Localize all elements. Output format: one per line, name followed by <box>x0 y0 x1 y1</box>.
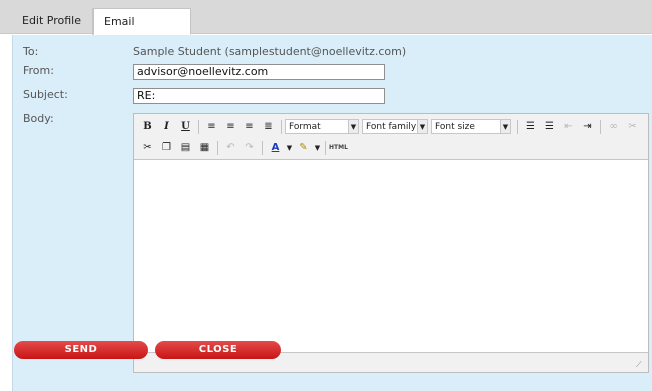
chevron-down-icon: ▼ <box>500 120 510 133</box>
toolbar-separator <box>600 119 601 134</box>
link-icon[interactable]: ∞ <box>604 117 623 136</box>
copy-icon[interactable]: ❐ <box>157 138 176 157</box>
subject-field[interactable]: RE: <box>133 88 385 104</box>
toolbar-separator <box>281 119 282 134</box>
italic-button[interactable]: I <box>157 117 176 136</box>
outdent-icon[interactable]: ⇤ <box>559 117 578 136</box>
close-button[interactable]: CLOSE <box>155 341 281 359</box>
paste-word-icon[interactable]: ▦ <box>195 138 214 157</box>
align-left-icon[interactable]: ≡ <box>202 117 221 136</box>
cut-icon[interactable]: ✂ <box>138 138 157 157</box>
align-justify-icon[interactable]: ≣ <box>259 117 278 136</box>
from-label: From: <box>23 64 54 77</box>
text-color-icon[interactable]: A <box>266 138 285 157</box>
undo-icon[interactable]: ↶ <box>221 138 240 157</box>
align-right-icon[interactable]: ≡ <box>240 117 259 136</box>
indent-icon[interactable]: ⇥ <box>578 117 597 136</box>
font-size-select-label: Font size <box>435 121 475 132</box>
editor-content-area[interactable] <box>134 159 648 353</box>
font-family-select-label: Font family <box>366 121 417 132</box>
to-value: Sample Student (samplestudent@noellevitz… <box>133 45 407 58</box>
chevron-down-icon: ▼ <box>417 120 427 133</box>
font-family-select[interactable]: Font family ▼ <box>362 119 428 134</box>
paste-icon[interactable]: ▤ <box>176 138 195 157</box>
send-button[interactable]: SEND <box>14 341 148 359</box>
toolbar-separator <box>262 140 263 155</box>
chevron-down-icon: ▼ <box>348 120 358 133</box>
format-select[interactable]: Format ▼ <box>285 119 359 134</box>
subject-label: Subject: <box>23 88 68 101</box>
bullet-list-icon[interactable]: ☰ <box>521 117 540 136</box>
chevron-down-icon[interactable]: ▼ <box>313 138 322 157</box>
underline-button[interactable]: U <box>176 117 195 136</box>
html-source-button[interactable]: HTML <box>329 138 348 157</box>
numbered-list-icon[interactable]: ☰ <box>540 117 559 136</box>
editor-toolbar-row-1: B I U ≡ ≡ ≡ ≣ Format ▼ Font family ▼ Fon… <box>134 116 642 137</box>
highlight-color-icon[interactable]: ✎ <box>294 138 313 157</box>
tab-bar: Edit Profile Email Student <box>0 0 652 54</box>
chevron-down-icon[interactable]: ▼ <box>285 138 294 157</box>
body-label: Body: <box>23 112 54 125</box>
bold-button[interactable]: B <box>138 117 157 136</box>
resize-handle-icon[interactable]: ⟋ <box>636 360 646 370</box>
toolbar-separator <box>517 119 518 134</box>
to-label: To: <box>23 45 39 58</box>
tab-email-student[interactable]: Email Student <box>93 8 191 54</box>
format-select-label: Format <box>289 121 321 132</box>
toolbar-separator <box>198 119 199 134</box>
tab-edit-profile[interactable]: Edit Profile <box>12 8 93 35</box>
rich-text-editor: B I U ≡ ≡ ≡ ≣ Format ▼ Font family ▼ Fon… <box>133 113 649 373</box>
toolbar-separator <box>217 140 218 155</box>
toolbar-separator <box>325 140 326 155</box>
editor-toolbar-row-2: ✂ ❐ ▤ ▦ ↶ ↷ A ▼ ✎ ▼ HTML <box>134 137 348 158</box>
from-field[interactable]: advisor@noellevitz.com <box>133 64 385 80</box>
unlink-icon[interactable]: ✂ <box>623 117 642 136</box>
align-center-icon[interactable]: ≡ <box>221 117 240 136</box>
email-form-panel: To: Sample Student (samplestudent@noelle… <box>12 35 652 391</box>
font-size-select[interactable]: Font size ▼ <box>431 119 511 134</box>
redo-icon[interactable]: ↷ <box>240 138 259 157</box>
